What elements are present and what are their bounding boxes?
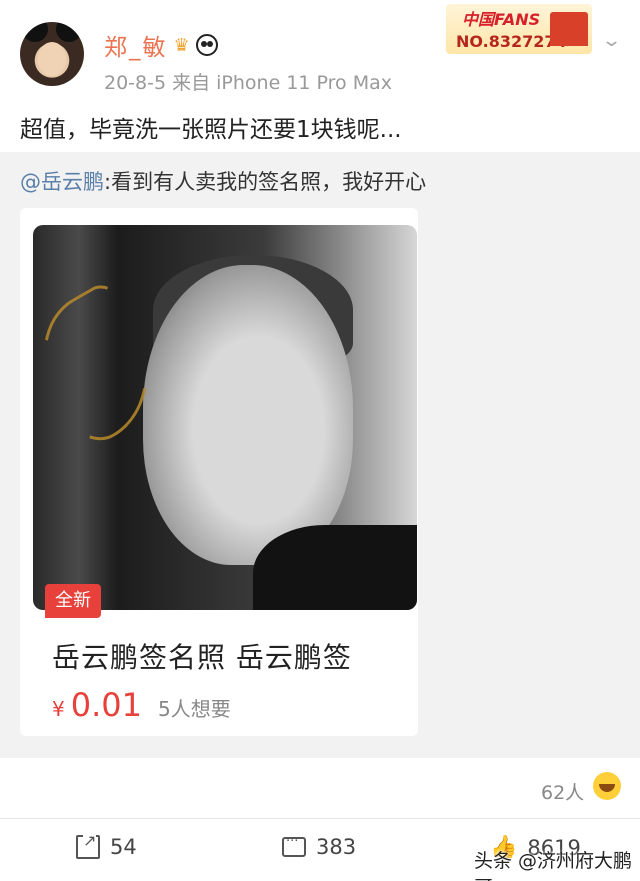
price: 0.01: [70, 686, 142, 724]
crown-icon: ♛: [173, 34, 190, 56]
photo-head: [143, 265, 353, 565]
fans-badge[interactable]: 中国FANS NO.8327274: [446, 4, 592, 54]
post-text: 超值，毕竟洗一张照片还要1块钱呢...: [20, 117, 402, 143]
avatar-ear: [56, 22, 82, 42]
product-title: 岳云鹏签名照 岳云鹏签: [52, 641, 352, 674]
avatar-face: [38, 42, 66, 76]
new-badge: 全新: [45, 584, 101, 618]
username[interactable]: 郑_敏: [104, 28, 168, 62]
share-button[interactable]: 54: [76, 831, 137, 859]
wants-count: 5人想要: [157, 697, 231, 721]
comment-button[interactable]: 383: [282, 834, 357, 859]
likes-row: 62人: [0, 758, 640, 818]
product-photo[interactable]: [33, 225, 417, 610]
comment-count: 383: [316, 835, 357, 859]
comment-icon: [282, 834, 306, 857]
product-card[interactable]: 全新 岳云鹏签名照 岳云鹏签 ¥ 0.01 5人想要: [20, 208, 418, 736]
photo-shoulder: [253, 525, 417, 610]
repost-block[interactable]: @岳云鹏:看到有人卖我的签名照，我好开心 全新 岳云鹏签名照 岳云鹏签 ¥ 0.…: [0, 152, 640, 758]
price-row: ¥ 0.01 5人想要: [52, 686, 231, 724]
panda-icon: [195, 34, 218, 56]
likes-people-count[interactable]: 62人: [541, 778, 584, 805]
mention-link[interactable]: @岳云鹏: [20, 170, 104, 194]
gate-icon: [550, 12, 588, 46]
share-count: 54: [110, 835, 137, 859]
post-header: 郑_敏 ♛ 20-8-5 来自 iPhone 11 Pro Max 中国FANS…: [0, 0, 640, 100]
username-row: 郑_敏 ♛: [104, 28, 218, 62]
smile-icon: [593, 772, 621, 800]
avatar[interactable]: [20, 22, 84, 86]
repost-text: :看到有人卖我的签名照，我好开心: [104, 170, 427, 194]
chevron-down-icon[interactable]: ⌄: [601, 30, 622, 51]
fans-badge-logo: 中国FANS: [462, 10, 541, 29]
watermark: 头条 @济州府大鹏哥: [474, 850, 633, 881]
share-icon: [76, 831, 100, 859]
price-symbol: ¥: [52, 697, 65, 721]
avatar-ear: [22, 22, 48, 42]
repost-line: @岳云鹏:看到有人卖我的签名照，我好开心: [20, 166, 426, 196]
post-meta: 20-8-5 来自 iPhone 11 Pro Max: [104, 72, 392, 94]
